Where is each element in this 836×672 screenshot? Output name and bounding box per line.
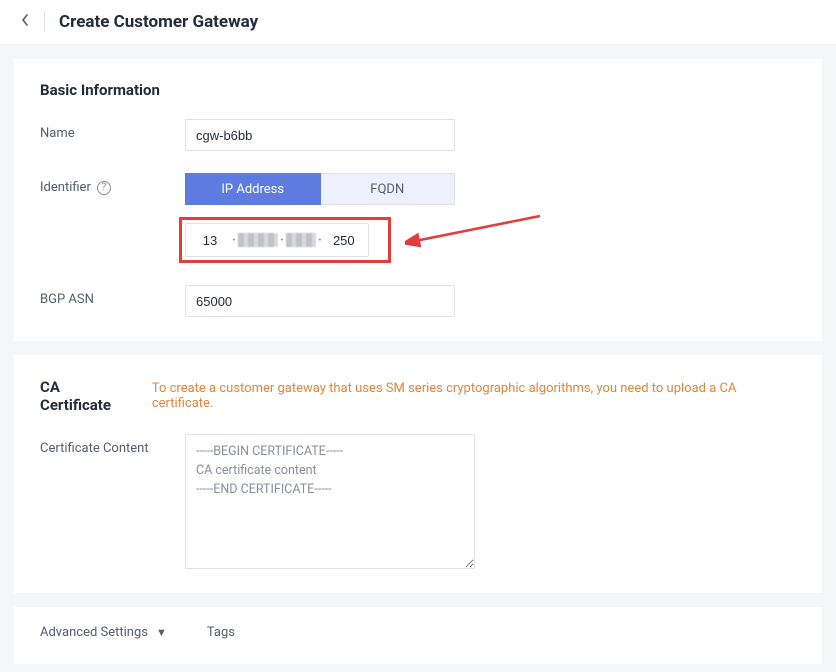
cert-content-label: Certificate Content bbox=[40, 434, 185, 456]
header-divider bbox=[44, 12, 45, 32]
bgp-row: BGP ASN bbox=[40, 285, 796, 317]
ip-octet-2-redacted bbox=[238, 233, 278, 247]
ip-octet-4[interactable] bbox=[324, 225, 364, 255]
identifier-label-text: Identifier bbox=[40, 180, 91, 195]
ip-octet-1[interactable] bbox=[190, 225, 230, 255]
advanced-row: Advanced Settings ▼ Tags bbox=[40, 625, 796, 640]
bgp-label: BGP ASN bbox=[40, 285, 185, 307]
advanced-label: Advanced Settings bbox=[40, 625, 148, 640]
identifier-label: Identifier ? bbox=[40, 173, 185, 195]
ip-address-input[interactable]: · · · bbox=[185, 223, 369, 257]
help-icon[interactable]: ? bbox=[97, 181, 111, 195]
ca-cert-note: To create a customer gateway that uses S… bbox=[152, 381, 796, 411]
basic-info-title: Basic Information bbox=[40, 81, 796, 99]
chevron-down-icon: ▼ bbox=[156, 626, 167, 639]
ca-cert-title: CA Certificate bbox=[40, 378, 134, 414]
identifier-ip-button[interactable]: IP Address bbox=[185, 173, 321, 205]
cert-content-textarea[interactable] bbox=[185, 434, 475, 569]
ip-dot: · bbox=[316, 233, 324, 248]
identifier-fqdn-button[interactable]: FQDN bbox=[321, 173, 456, 205]
ip-octet-3-redacted bbox=[286, 233, 316, 247]
annotation-arrow bbox=[405, 211, 555, 261]
name-input[interactable] bbox=[185, 119, 455, 151]
ca-cert-header: CA Certificate To create a customer gate… bbox=[40, 377, 796, 414]
ip-input-wrapper: · · · bbox=[185, 223, 455, 257]
cert-content-row: Certificate Content bbox=[40, 434, 796, 569]
name-row: Name bbox=[40, 119, 796, 151]
bgp-input[interactable] bbox=[185, 285, 455, 317]
identifier-type-group: IP Address FQDN bbox=[185, 173, 455, 205]
basic-info-panel: Basic Information Name Identifier ? IP A… bbox=[14, 59, 822, 341]
back-button[interactable] bbox=[20, 13, 30, 31]
ca-cert-panel: CA Certificate To create a customer gate… bbox=[14, 355, 822, 593]
tags-label: Tags bbox=[207, 625, 235, 640]
identifier-row: Identifier ? IP Address FQDN · · · bbox=[40, 173, 796, 257]
page-title: Create Customer Gateway bbox=[59, 12, 258, 32]
advanced-panel: Advanced Settings ▼ Tags bbox=[14, 607, 822, 664]
advanced-toggle[interactable]: Advanced Settings ▼ bbox=[40, 625, 167, 640]
name-label: Name bbox=[40, 119, 185, 141]
ip-dot: · bbox=[278, 233, 286, 248]
page-header: Create Customer Gateway bbox=[0, 0, 836, 45]
ip-dot: · bbox=[230, 233, 238, 248]
